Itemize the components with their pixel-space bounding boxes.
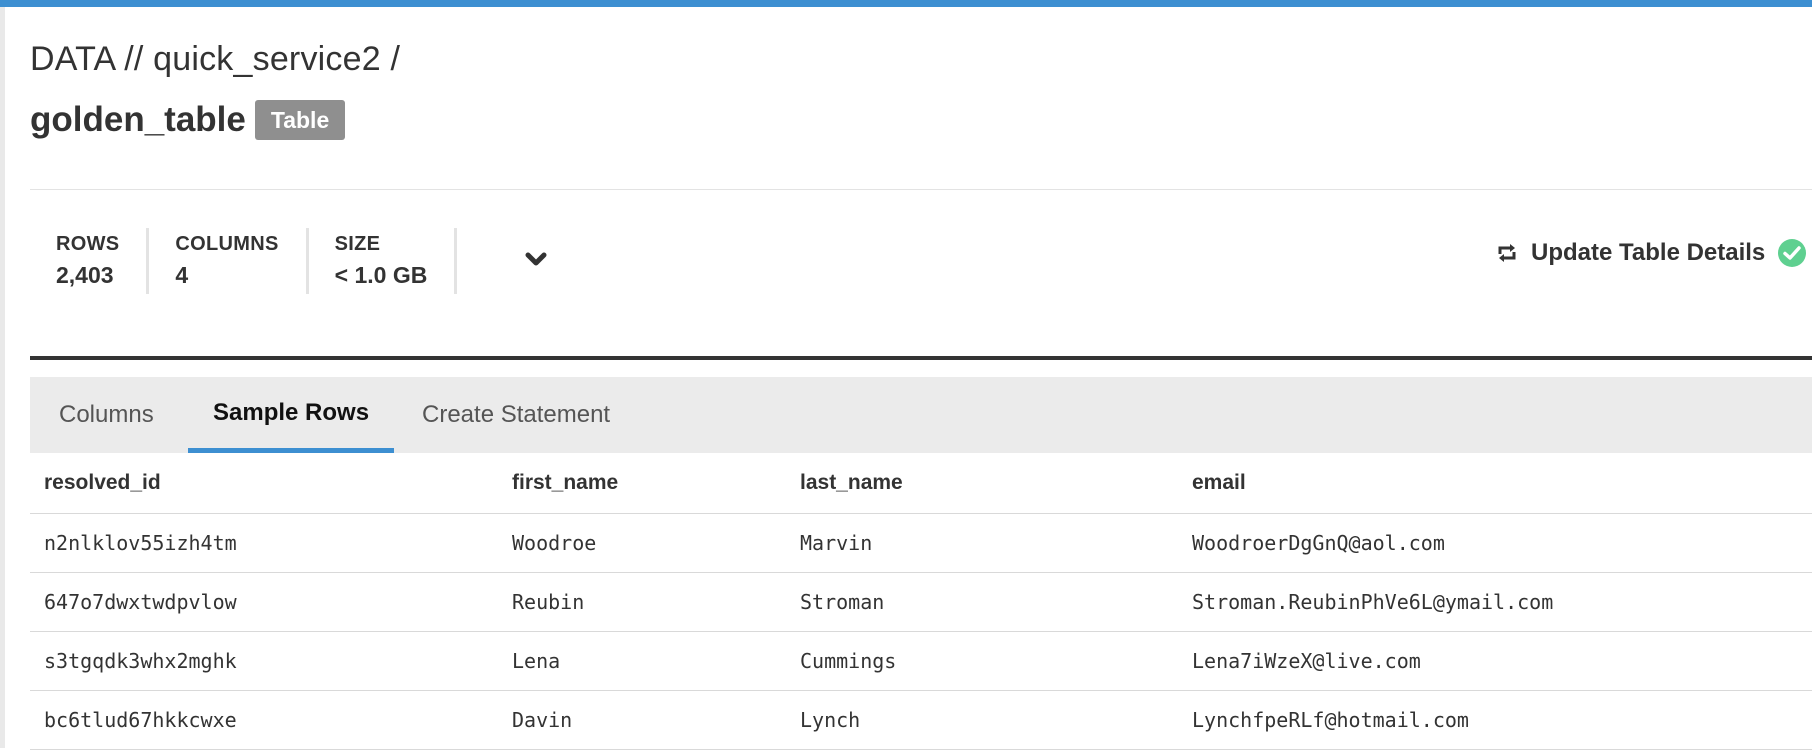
table-row: n2nlklov55izh4tm Woodroe Marvin Woodroer… <box>30 513 1812 573</box>
tab-sample-rows[interactable]: Sample Rows <box>188 377 395 453</box>
header-divider <box>30 189 1812 190</box>
table-header-row: resolved_id first_name last_name email <box>30 453 1812 514</box>
column-header[interactable]: last_name <box>786 453 1178 514</box>
table-cell: Lena <box>498 631 786 691</box>
table-cell: WoodroerDgGnQ@aol.com <box>1178 513 1812 573</box>
table-cell: Woodroe <box>498 513 786 573</box>
table-cell: Stroman <box>786 572 1178 632</box>
table-cell: Reubin <box>498 572 786 632</box>
stat-value: 2,403 <box>56 262 114 288</box>
table-cell: Cummings <box>786 631 1178 691</box>
breadcrumb[interactable]: DATA // quick_service2 / <box>30 40 400 79</box>
table-cell: bc6tlud67hkkcwxe <box>30 690 498 750</box>
update-button-label: Update Table Details <box>1531 239 1766 266</box>
table-row: bc6tlud67hkkcwxe Davin Lynch LynchfpeRLf… <box>30 690 1812 750</box>
tab-columns[interactable]: Columns <box>59 377 154 453</box>
page-title: golden_table <box>30 100 246 139</box>
table-cell: 647o7dwxtwdpvlow <box>30 572 498 632</box>
sample-rows-table: resolved_id first_name last_name email n… <box>30 453 1812 750</box>
table-row: s3tgqdk3whx2mghk Lena Cummings Lena7iWze… <box>30 631 1812 691</box>
table-cell: Stroman.ReubinPhVe6L@ymail.com <box>1178 572 1812 632</box>
stat-value: < 1.0 GB <box>334 262 428 288</box>
table-row: 647o7dwxtwdpvlow Reubin Stroman Stroman.… <box>30 572 1812 632</box>
table-cell: Davin <box>498 690 786 750</box>
stat-columns: COLUMNS 4 <box>149 228 309 294</box>
left-edge <box>0 7 5 748</box>
stat-label: COLUMNS <box>175 233 279 255</box>
table-cell: Marvin <box>786 513 1178 573</box>
table-details-page: DATA // quick_service2 / golden_table Ta… <box>30 7 1812 750</box>
table-cell: Lynch <box>786 690 1178 750</box>
section-divider <box>30 356 1812 360</box>
column-header[interactable]: resolved_id <box>30 453 498 514</box>
chevron-down-icon <box>525 252 547 266</box>
stat-value: 4 <box>175 262 189 288</box>
table-stats: ROWS 2,403 COLUMNS 4 SIZE < 1.0 GB <box>30 228 458 294</box>
table-cell: LynchfpeRLf@hotmail.com <box>1178 690 1812 750</box>
column-header[interactable]: email <box>1178 453 1812 514</box>
column-header[interactable]: first_name <box>498 453 786 514</box>
expand-stats-button[interactable] <box>518 241 554 277</box>
table-cell: n2nlklov55izh4tm <box>30 513 498 573</box>
top-accent-bar <box>0 0 1812 7</box>
title-row: golden_table Table <box>30 97 346 143</box>
stat-rows: ROWS 2,403 <box>30 228 150 294</box>
table-cell: s3tgqdk3whx2mghk <box>30 631 498 691</box>
stat-label: SIZE <box>334 233 381 255</box>
tab-bar: Columns Sample Rows Create Statement <box>30 377 1812 453</box>
check-circle-icon <box>1778 239 1807 267</box>
type-badge: Table <box>254 100 346 140</box>
refresh-icon <box>1498 244 1516 262</box>
stat-label: ROWS <box>56 233 120 255</box>
update-table-details-button[interactable]: Update Table Details <box>1495 233 1807 273</box>
tab-create-statement[interactable]: Create Statement <box>422 377 610 453</box>
stat-size: SIZE < 1.0 GB <box>309 228 458 294</box>
table-cell: Lena7iWzeX@live.com <box>1178 631 1812 691</box>
